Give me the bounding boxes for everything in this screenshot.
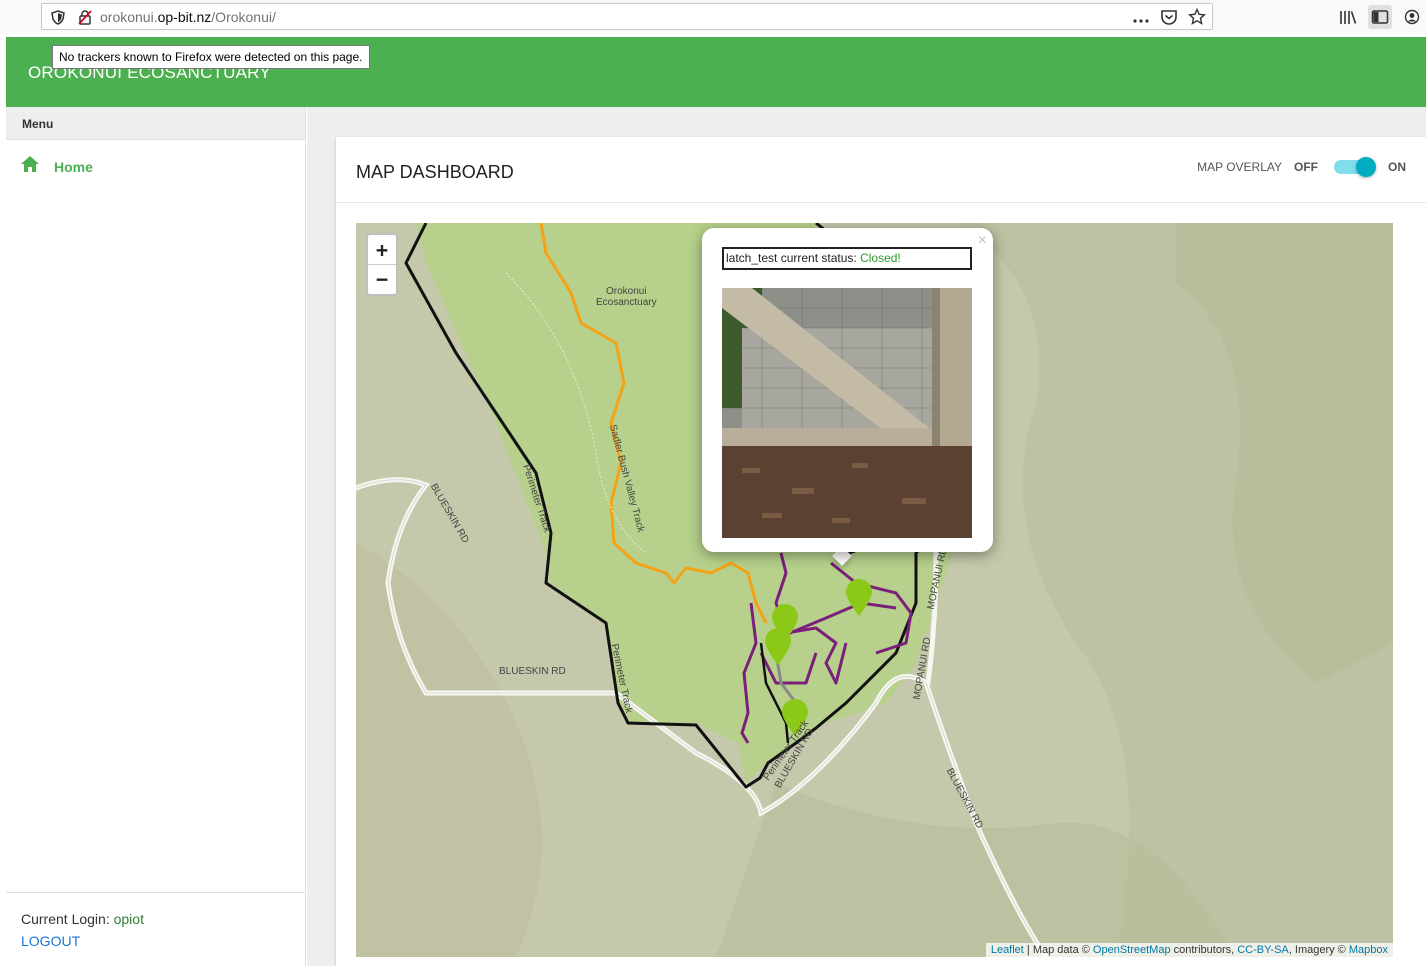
tracker-tooltip: No trackers known to Firefox were detect…	[52, 45, 370, 69]
sensor-marker[interactable]	[763, 626, 793, 666]
pocket-icon[interactable]	[1160, 9, 1178, 31]
logout-link[interactable]: LOGOUT	[21, 933, 291, 949]
map-label-road: BLUESKIN RD	[499, 666, 566, 677]
login-username: opiot	[113, 911, 144, 927]
account-icon[interactable]	[1400, 5, 1424, 29]
dashboard-card: MAP DASHBOARD MAP OVERLAY OFF ON Orokonu…	[336, 137, 1426, 966]
zoom-in-button[interactable]: +	[368, 235, 396, 264]
browser-toolbar: orokonui.op-bit.nz/Orokonui/	[0, 0, 1426, 34]
url-text[interactable]: orokonui.op-bit.nz/Orokonui/	[100, 9, 276, 25]
page-actions-icon[interactable]	[1132, 11, 1150, 29]
overlay-on-label: ON	[1388, 160, 1406, 174]
main-content: MAP DASHBOARD MAP OVERLAY OFF ON Orokonu…	[307, 107, 1426, 966]
current-login: Current Login: opiot	[21, 911, 144, 927]
toggle-thumb[interactable]	[1356, 157, 1376, 177]
overlay-off-label: OFF	[1294, 160, 1318, 174]
license-link[interactable]: CC-BY-SA	[1237, 944, 1289, 956]
insecure-connection-icon[interactable]	[77, 9, 93, 30]
latch-status: latch_test current status: Closed!	[722, 247, 972, 270]
page-title: MAP DASHBOARD	[356, 162, 514, 182]
map-popup: × latch_test current status: Closed!	[702, 228, 993, 552]
map-overlay-toggle[interactable]	[1332, 157, 1376, 177]
tracking-shield-icon[interactable]	[51, 10, 65, 30]
sidebar-footer: Current Login: opiot LOGOUT	[6, 892, 306, 949]
leaflet-link[interactable]: Leaflet	[991, 944, 1024, 956]
library-icon[interactable]	[1336, 5, 1360, 29]
card-header: MAP DASHBOARD MAP OVERLAY OFF ON	[336, 137, 1426, 203]
gate-photo	[722, 288, 972, 538]
zoom-control: + −	[366, 233, 398, 296]
latch-status-value: Closed!	[860, 251, 901, 265]
sensor-marker[interactable]	[844, 577, 874, 617]
bookmark-star-icon[interactable]	[1187, 7, 1207, 31]
popup-close-button[interactable]: ×	[978, 232, 987, 250]
osm-link[interactable]: OpenStreetMap	[1093, 944, 1171, 956]
map-label-sanctuary: Ecosanctuary	[596, 297, 657, 308]
sidebar-item-home[interactable]: Home	[20, 155, 93, 178]
sidebar: Menu Home Current Login: opiot LOGOUT	[6, 107, 306, 966]
map[interactable]: Orokonui Ecosanctuary BLUESKIN RD BLUESK…	[356, 223, 1393, 957]
overlay-label: MAP OVERLAY	[1197, 160, 1282, 174]
sidebar-toggle-icon[interactable]	[1368, 5, 1392, 29]
map-label-sanctuary: Orokonui	[606, 286, 647, 297]
sidebar-item-label: Home	[54, 158, 93, 175]
map-attribution: Leaflet | Map data © OpenStreetMap contr…	[985, 943, 1393, 957]
url-bar[interactable]: orokonui.op-bit.nz/Orokonui/	[41, 3, 1213, 30]
home-icon	[20, 155, 40, 178]
mapbox-link[interactable]: Mapbox	[1349, 944, 1388, 956]
map-overlay-control: MAP OVERLAY OFF ON	[1197, 157, 1406, 177]
zoom-out-button[interactable]: −	[368, 264, 396, 293]
menu-header: Menu	[6, 107, 305, 140]
